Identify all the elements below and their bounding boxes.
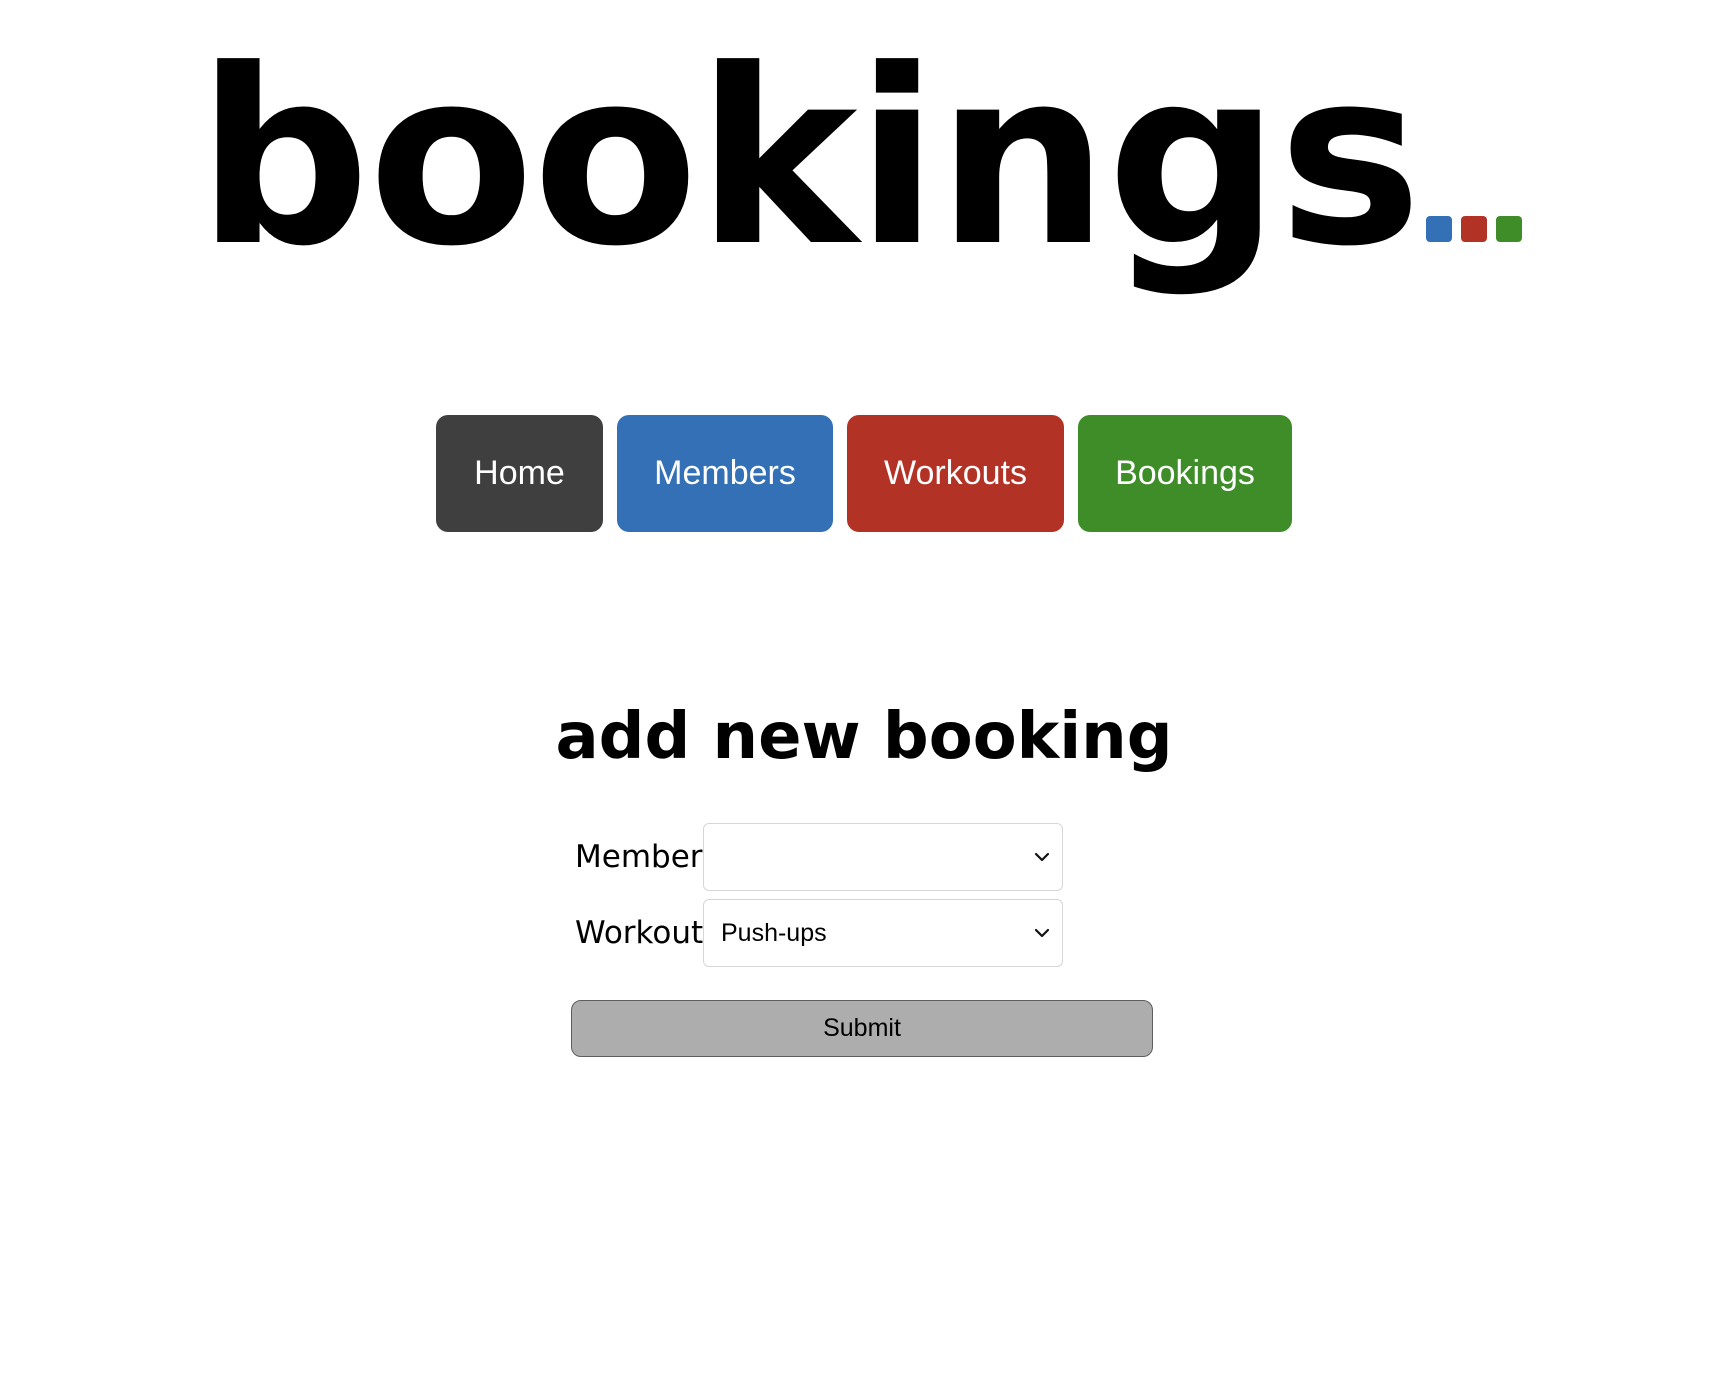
logo-dots xyxy=(1426,216,1531,246)
workout-select-value: Push-ups xyxy=(721,918,827,947)
nav-members-button[interactable]: Members xyxy=(617,415,833,532)
logo-text: bookings xyxy=(196,18,1422,300)
site-logo: bookings xyxy=(0,38,1728,280)
logo-dot-blue xyxy=(1426,216,1453,242)
workout-row: Workout Push-ups xyxy=(575,899,1063,967)
nav-home-label: Home xyxy=(474,454,565,492)
workout-label: Workout xyxy=(575,915,704,951)
main-nav: Home Members Workouts Bookings xyxy=(0,415,1728,532)
workout-select[interactable]: Push-ups xyxy=(703,899,1063,967)
nav-workouts-label: Workouts xyxy=(884,454,1027,492)
submit-button[interactable]: Submit xyxy=(571,1000,1153,1057)
page: bookings Home Members Workouts Bookings … xyxy=(0,0,1728,1384)
logo-dot-red xyxy=(1461,216,1488,242)
nav-bookings-button[interactable]: Bookings xyxy=(1078,415,1292,532)
nav-members-label: Members xyxy=(654,454,796,492)
logo-dot-green xyxy=(1496,216,1523,242)
nav-bookings-label: Bookings xyxy=(1115,454,1255,492)
member-row: Member xyxy=(575,823,1063,891)
chevron-down-icon xyxy=(1034,928,1050,938)
submit-label: Submit xyxy=(823,1014,901,1042)
nav-home-button[interactable]: Home xyxy=(436,415,603,532)
nav-workouts-button[interactable]: Workouts xyxy=(847,415,1064,532)
member-label: Member xyxy=(575,839,703,875)
member-select[interactable] xyxy=(703,823,1063,891)
chevron-down-icon xyxy=(1034,852,1050,862)
form-title: add new booking xyxy=(555,700,1173,774)
